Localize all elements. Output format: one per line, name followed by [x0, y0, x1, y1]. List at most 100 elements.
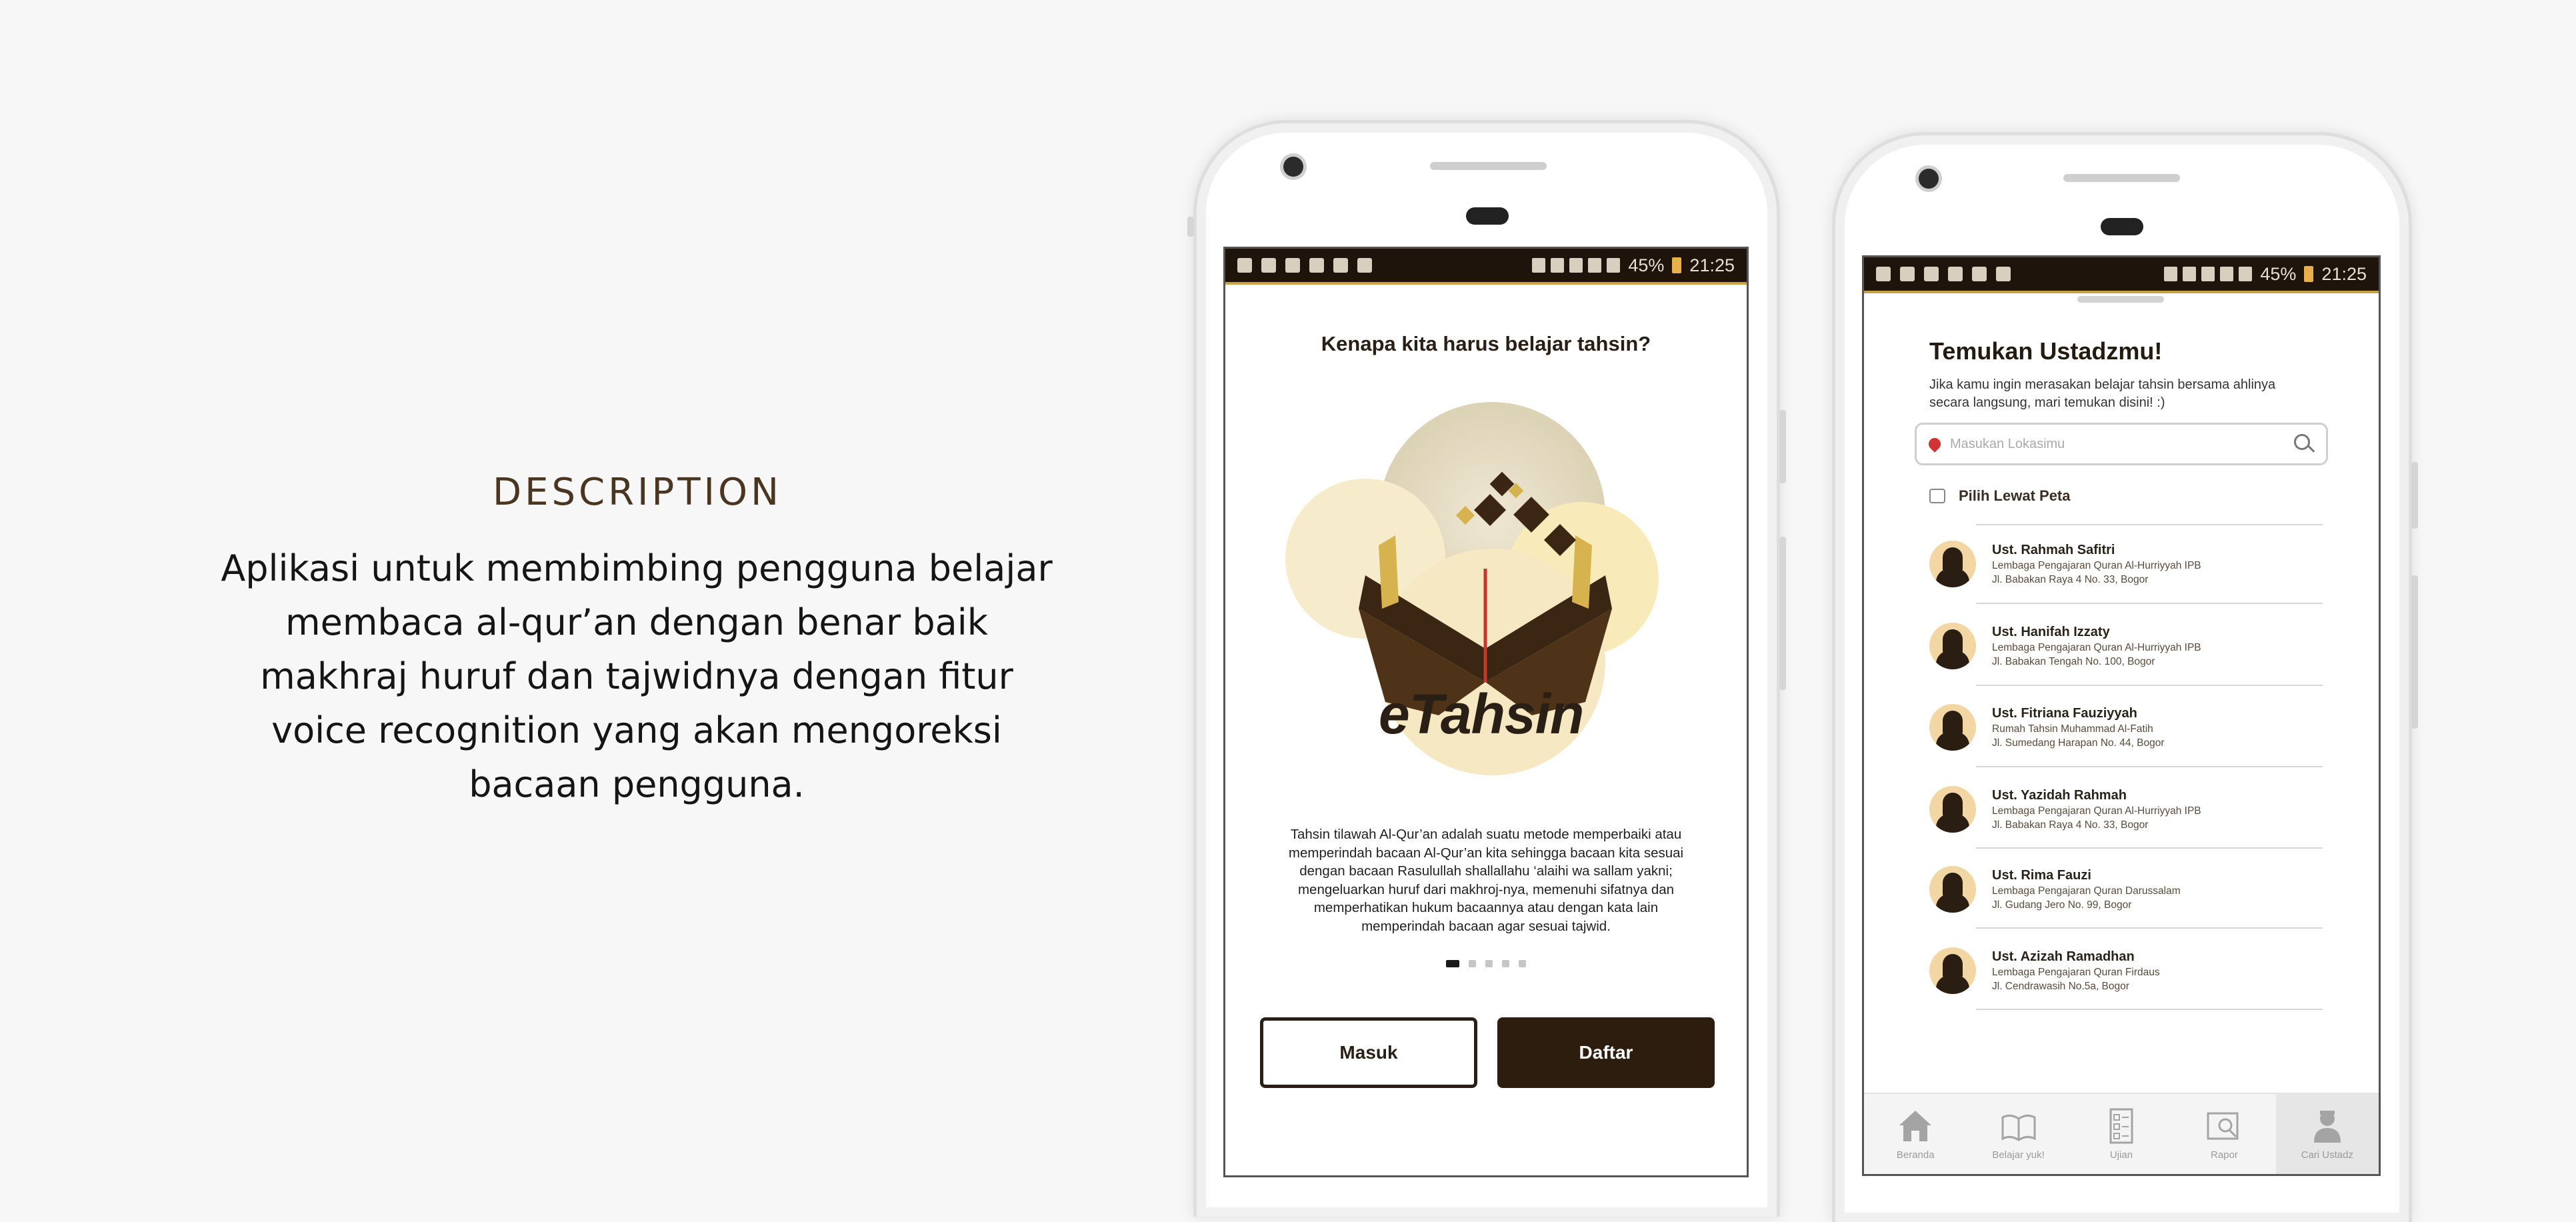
page-dot-4[interactable]	[1502, 960, 1509, 967]
onboarding-screen: 45% 21:25 Kenapa kita harus belajar tahs…	[1223, 247, 1749, 1177]
description-text: Aplikasi untuk membimbing pengguna belaj…	[221, 547, 1053, 805]
clock: 21:25	[2321, 263, 2367, 284]
nav-label: Cari Ustadz	[2301, 1149, 2353, 1161]
notification-icons	[1237, 258, 1372, 273]
nav-item-rapor[interactable]: Rapor	[2173, 1094, 2275, 1174]
teacher-institution: Lembaga Pengajaran Quran Al-Hurriyyah IP…	[1992, 805, 2201, 817]
avatar	[1929, 541, 1976, 587]
side-button	[1187, 217, 1194, 237]
power-button	[1779, 410, 1786, 483]
register-button[interactable]: Daftar	[1497, 1017, 1715, 1088]
teacher-name: Ust. Azizah Ramadhan	[1992, 949, 2135, 964]
teacher-name: Ust. Rahmah Safitri	[1992, 542, 2115, 557]
location-pin-icon	[1926, 435, 1943, 453]
phone-mockup-onboarding: 45% 21:25 Kenapa kita harus belajar tahs…	[1187, 120, 1786, 1217]
nav-item-cari-ustadz[interactable]: Cari Ustadz	[2275, 1094, 2379, 1174]
login-button[interactable]: Masuk	[1260, 1017, 1477, 1088]
divider	[1976, 685, 2323, 686]
divider	[1976, 603, 2323, 604]
nav-label: Rapor	[2210, 1149, 2238, 1161]
phone-mockup-find-teacher: 45% 21:25 Temukan Ustadzmu! Jika kamu in…	[1832, 132, 2418, 1222]
teacher-name: Ust. Yazidah Rahmah	[1992, 787, 2127, 803]
battery-percent: 45%	[1628, 255, 1665, 275]
avatar	[1929, 947, 1976, 994]
status-bar: 45% 21:25	[1225, 249, 1747, 285]
teacher-address: Jl. Babakan Tengah No. 100, Bogor	[1992, 655, 2155, 667]
teacher-icon	[2313, 1110, 2341, 1143]
map-option[interactable]: Pilih Lewat Peta	[1929, 487, 2071, 505]
teacher-address: Jl. Cendrawasih No.5a, Bogor	[1992, 980, 2129, 992]
signal-icons	[2164, 267, 2253, 281]
teacher-list-item[interactable]: Ust. Azizah Ramadhan Lembaga Pengajaran …	[1929, 934, 2329, 1007]
signal-icons	[1532, 258, 1621, 273]
teacher-list-item[interactable]: Ust. Hanifah Izzaty Lembaga Pengajaran Q…	[1929, 609, 2329, 683]
report-icon	[2207, 1112, 2239, 1139]
front-camera	[1919, 169, 1939, 189]
teacher-list-item[interactable]: Ust. Fitriana Fauziyyah Rumah Tahsin Muh…	[1929, 691, 2329, 764]
divider	[1976, 766, 2323, 767]
page-dot-1[interactable]	[1446, 960, 1459, 967]
description-heading: DESCRIPTION	[492, 471, 783, 514]
onboarding-description: Tahsin tilawah Al-Qur’an adalah suatu me…	[1288, 827, 1684, 934]
battery-icon	[1672, 257, 1682, 273]
battery-icon	[2304, 266, 2314, 282]
teacher-institution: Lembaga Pengajaran Quran Al-Hurriyyah IP…	[1992, 559, 2201, 571]
clock: 21:25	[1689, 255, 1735, 275]
divider	[1976, 524, 2323, 525]
nav-label: Belajar yuk!	[1992, 1149, 2045, 1161]
teacher-address: Jl. Sumedang Harapan No. 44, Bogor	[1992, 737, 2165, 749]
nav-item-ujian[interactable]: Ujian	[2070, 1094, 2173, 1174]
search-icon[interactable]	[2294, 434, 2314, 454]
teacher-list-item[interactable]: Ust. Rahmah Safitri Lembaga Pengajaran Q…	[1929, 527, 2329, 601]
nav-item-beranda[interactable]: Beranda	[1864, 1094, 1967, 1174]
onboarding-title: Kenapa kita harus belajar tahsin?	[1321, 332, 1651, 355]
drag-handle[interactable]	[2077, 296, 2164, 303]
proximity-sensor	[1466, 207, 1509, 225]
teacher-address: Jl. Gudang Jero No. 99, Bogor	[1992, 899, 2132, 911]
page-dot-5[interactable]	[1519, 960, 1526, 967]
battery-percent: 45%	[2260, 263, 2297, 284]
teacher-name: Ust. Hanifah Izzaty	[1992, 624, 2110, 639]
teacher-name: Ust. Rima Fauzi	[1992, 867, 2091, 883]
page-subtitle: Jika kamu ingin merasakan belajar tahsin…	[1929, 377, 2276, 410]
search-input[interactable]: Masukan Lokasimu	[1950, 437, 2285, 452]
teacher-address: Jl. Babakan Raya 4 No. 33, Bogor	[1992, 573, 2149, 585]
status-bar: 45% 21:25	[1864, 257, 2379, 293]
divider	[1976, 1009, 2323, 1010]
logo-wordmark: eTahsin	[1379, 683, 1584, 745]
avatar	[1929, 866, 1976, 913]
notification-icons	[1876, 267, 2011, 281]
find-teacher-screen: 45% 21:25 Temukan Ustadzmu! Jika kamu in…	[1862, 255, 2381, 1176]
divider	[1976, 847, 2323, 849]
avatar	[1929, 623, 1976, 669]
teacher-institution: Rumah Tahsin Muhammad Al-Fatih	[1992, 723, 2153, 735]
power-button	[2411, 462, 2418, 529]
divider	[1976, 927, 2323, 929]
proximity-sensor	[2101, 218, 2143, 235]
book-icon	[2001, 1114, 2036, 1141]
map-icon	[1929, 489, 1945, 503]
page-dot-3[interactable]	[1485, 960, 1493, 967]
nav-label: Ujian	[2109, 1149, 2133, 1161]
bottom-navigation: Beranda Belajar yuk! Ujian Rapor Cari Us…	[1864, 1093, 2379, 1174]
map-option-label: Pilih Lewat Peta	[1959, 487, 2071, 504]
teacher-institution: Lembaga Pengajaran Quran Al-Hurriyyah IP…	[1992, 641, 2201, 653]
avatar	[1929, 704, 1976, 751]
etahsin-logo: eTahsin	[1285, 402, 1685, 775]
avatar	[1929, 786, 1976, 833]
page-indicator[interactable]	[1225, 960, 1747, 967]
page-title: Temukan Ustadzmu!	[1929, 337, 2163, 365]
nav-item-belajar[interactable]: Belajar yuk!	[1967, 1094, 2069, 1174]
teacher-institution: Lembaga Pengajaran Quran Darussalam	[1992, 885, 2181, 897]
page-dot-2[interactable]	[1469, 960, 1476, 967]
teacher-address: Jl. Babakan Raya 4 No. 33, Bogor	[1992, 819, 2149, 831]
teacher-list-item[interactable]: Ust. Rima Fauzi Lembaga Pengajaran Quran…	[1929, 853, 2329, 926]
home-icon	[1899, 1110, 1932, 1141]
teacher-list-item[interactable]: Ust. Yazidah Rahmah Lembaga Pengajaran Q…	[1929, 773, 2329, 846]
earpiece-speaker	[2063, 174, 2180, 182]
location-search[interactable]: Masukan Lokasimu	[1915, 423, 2328, 465]
teacher-institution: Lembaga Pengajaran Quran Firdaus	[1992, 966, 2160, 978]
volume-button	[1779, 537, 1786, 690]
volume-button	[2411, 575, 2418, 729]
nav-label: Beranda	[1896, 1149, 1935, 1161]
